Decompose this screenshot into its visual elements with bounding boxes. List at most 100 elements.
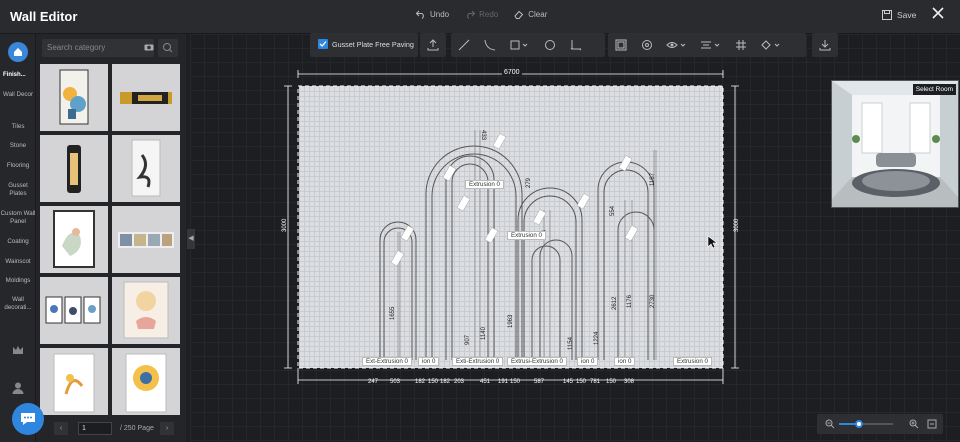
select-room-button[interactable]: Select Room (912, 84, 956, 95)
materials-tab-button[interactable] (8, 42, 28, 62)
extrusion-text: ion (422, 358, 431, 365)
undo-icon (416, 10, 424, 19)
crown-icon[interactable] (11, 343, 25, 357)
catalog-thumb[interactable] (112, 277, 180, 344)
nav-item-wall-decor[interactable]: Wall Decor (0, 91, 36, 99)
bottom-dim: 182 (440, 379, 451, 385)
app-title: Wall Editor (10, 9, 78, 24)
line-tool-button[interactable] (451, 33, 477, 57)
right-dim: 3000 (734, 218, 740, 232)
rect-tool-button[interactable] (503, 33, 537, 57)
nav-item-moldings[interactable]: Moldings (0, 277, 36, 285)
nav-item-custom-wall-panel[interactable]: Custom Wall Panel (0, 210, 36, 225)
save-icon (882, 10, 892, 20)
align-button[interactable] (694, 33, 728, 57)
collapse-panel-button[interactable]: ◀ (187, 229, 195, 249)
catalog-thumb[interactable] (40, 348, 108, 415)
export-toolbar (420, 33, 446, 57)
catalog-thumb[interactable] (40, 206, 108, 273)
thumb-image (67, 145, 81, 193)
zoom-in-icon[interactable] (909, 419, 919, 429)
measure-tool-button[interactable] (563, 33, 589, 57)
zoom-slider[interactable] (839, 420, 893, 428)
paint-button[interactable] (754, 33, 788, 57)
close-button[interactable] (932, 6, 944, 24)
download-button[interactable] (812, 33, 838, 57)
upload-button[interactable] (420, 33, 446, 57)
user-icon[interactable] (11, 381, 25, 395)
clear-button[interactable]: Clear (514, 10, 547, 19)
prev-page-button[interactable]: ‹ (54, 422, 68, 435)
eye-icon (666, 42, 686, 48)
fit-screen-icon[interactable] (927, 419, 937, 429)
next-page-button[interactable]: › (160, 422, 174, 435)
bottom-dim: 191 (498, 379, 509, 385)
extrusion-label[interactable]: ion 0 (418, 357, 440, 366)
pager: ‹ 1 / 250 Page › (42, 420, 180, 436)
undo-button[interactable]: Undo (416, 10, 449, 19)
camera-icon[interactable] (144, 43, 154, 51)
grid-button[interactable] (728, 33, 754, 57)
square-icon (510, 40, 528, 50)
catalog-panel: Search category ‹ 1 / 250 Page › (36, 34, 186, 442)
catalog-thumb[interactable] (112, 64, 180, 131)
extrusion-label[interactable]: Extrusi-Extrusion 0 (507, 357, 567, 366)
extrusion-label[interactable]: ion 0 (577, 357, 599, 366)
nav-item-wall-decorations[interactable]: Wall decorati... (0, 296, 36, 311)
bottom-dim: 203 (454, 379, 465, 385)
extrusion-value: 0 (496, 181, 500, 188)
nav-item-wainscot[interactable]: Wainscot (0, 258, 36, 266)
catalog-thumb[interactable] (112, 135, 180, 202)
thumb-image (131, 139, 161, 197)
dim-label: 2730 (650, 294, 656, 308)
nav-section-finish[interactable]: Finish... (3, 72, 26, 78)
circle-tool-button[interactable] (537, 33, 563, 57)
extrusion-label[interactable]: Extrusion 0 (465, 180, 504, 189)
arc-tool-button[interactable] (477, 33, 503, 57)
catalog-thumb[interactable] (40, 135, 108, 202)
extrusion-label[interactable]: Exti-Extrusion 0 (452, 357, 504, 366)
material-button[interactable] (634, 33, 660, 57)
extrusion-value: 0 (628, 358, 632, 365)
nav-item-coating[interactable]: Coating (0, 238, 36, 246)
room-preview[interactable]: Select Room (831, 80, 959, 208)
gusset-free-paving-toggle[interactable]: Gusset Plate Free Paving (318, 39, 414, 49)
nav-item-gusset-plates[interactable]: Gusset Plates (0, 182, 36, 197)
extrusion-value: 0 (591, 358, 595, 365)
chat-button[interactable] (12, 403, 44, 435)
thumb-image (123, 281, 169, 339)
catalog-thumb[interactable] (40, 64, 108, 131)
nav-item-stone[interactable]: Stone (0, 142, 36, 150)
dim-label: 2612 (612, 296, 618, 310)
catalog-thumb[interactable] (112, 206, 180, 273)
dim-label: 1140 (481, 326, 487, 340)
nav-item-tiles[interactable]: Tiles (0, 123, 36, 131)
extrusion-label[interactable]: Ext-Extrusion 0 (362, 357, 412, 366)
zoom-out-icon[interactable] (825, 419, 835, 429)
zoom-knob[interactable] (855, 420, 863, 428)
extrusion-text: Extrusion (511, 232, 537, 239)
arc-icon (484, 39, 496, 51)
save-button[interactable]: Save (882, 10, 916, 20)
visibility-button[interactable] (660, 33, 694, 57)
gusset-checkbox[interactable] (318, 39, 328, 49)
thumb-image (53, 353, 95, 413)
search-input[interactable]: Search category (42, 39, 154, 57)
catalog-thumb[interactable] (112, 348, 180, 415)
frame-button[interactable] (608, 33, 634, 57)
ruler-icon (570, 40, 582, 51)
nav-item-flooring[interactable]: Flooring (0, 162, 36, 170)
extrusion-text: Ext-Extrusion (366, 358, 403, 365)
page-number-input[interactable]: 1 (78, 422, 112, 435)
extrusion-label[interactable]: ion 0 (614, 357, 636, 366)
catalog-thumb[interactable] (40, 277, 108, 344)
extrusion-label[interactable]: Extrusion 0 (673, 357, 712, 366)
extrusion-value: 0 (538, 232, 542, 239)
extrusion-value: 0 (704, 358, 708, 365)
search-button[interactable] (158, 39, 178, 57)
extrusion-label[interactable]: Extrusion 0 (507, 231, 546, 240)
redo-button[interactable]: Redo (465, 10, 498, 19)
circle-icon (545, 40, 555, 50)
bottom-dim: 308 (624, 379, 635, 385)
dim-label: 1176 (627, 294, 633, 308)
